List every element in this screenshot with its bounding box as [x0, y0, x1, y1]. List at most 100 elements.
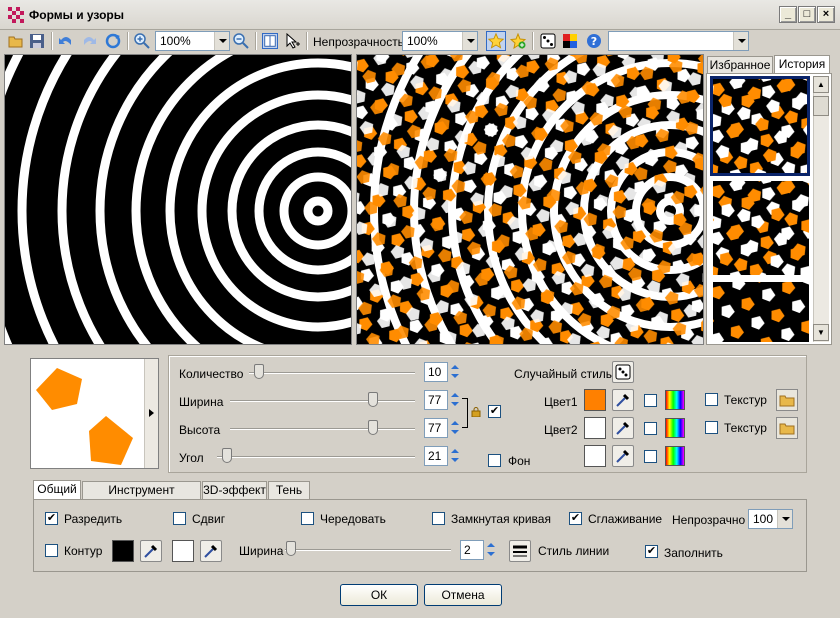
count-spinner[interactable]	[448, 363, 461, 381]
smoothing-checkbox[interactable]: ✔	[569, 512, 582, 525]
closed-curve-checkbox[interactable]	[432, 512, 445, 525]
history-thumb[interactable]	[713, 181, 809, 275]
alternate-checkbox[interactable]	[301, 512, 314, 525]
color2-gradient-swatch[interactable]	[665, 418, 685, 438]
height-input[interactable]: 77	[424, 418, 448, 438]
spin-up-icon[interactable]	[484, 541, 497, 550]
lock-ratio-checkbox[interactable]: ✔	[488, 405, 501, 418]
maximize-button[interactable]: □	[798, 6, 816, 23]
width-input[interactable]: 77	[424, 390, 448, 410]
height-slider-thumb[interactable]	[368, 420, 378, 435]
background-picker-button[interactable]	[612, 445, 634, 467]
extra-combo[interactable]	[608, 31, 749, 51]
texture2-folder-button[interactable]	[776, 417, 798, 439]
line-width-input[interactable]: 2	[460, 540, 484, 560]
line-width-slider-thumb[interactable]	[286, 541, 296, 556]
add-favorite-icon[interactable]	[510, 33, 526, 49]
spin-down-icon[interactable]	[448, 400, 461, 409]
history-thumb[interactable]	[713, 282, 809, 342]
line-style-button[interactable]	[509, 540, 531, 562]
shape-preview[interactable]	[30, 358, 159, 469]
pointer-icon[interactable]	[285, 33, 301, 49]
chevron-down-icon[interactable]	[733, 32, 748, 50]
width-slider[interactable]	[230, 400, 415, 402]
ok-button[interactable]: ОК	[340, 584, 418, 606]
line-width-slider[interactable]	[285, 549, 451, 551]
save-icon[interactable]	[29, 33, 45, 49]
history-thumb-selected[interactable]	[710, 76, 810, 176]
contour-checkbox[interactable]	[45, 544, 58, 557]
random-style-button[interactable]	[612, 361, 634, 383]
scroll-down-icon[interactable]: ▼	[813, 324, 829, 341]
open-folder-icon[interactable]	[8, 33, 24, 49]
opacity-combo[interactable]: 100%	[402, 31, 478, 51]
height-slider[interactable]	[230, 428, 415, 430]
random-dice-icon[interactable]	[540, 33, 556, 49]
count-input[interactable]: 10	[424, 362, 448, 382]
refresh-icon[interactable]	[105, 33, 121, 49]
texture1-checkbox[interactable]	[705, 393, 718, 406]
contour-color-swatch[interactable]	[112, 540, 134, 562]
color1-gradient-swatch[interactable]	[665, 390, 685, 410]
scroll-thumb[interactable]	[813, 96, 829, 116]
tab-history[interactable]: История	[774, 55, 830, 74]
zoom-out-icon[interactable]	[233, 33, 249, 49]
spin-down-icon[interactable]	[448, 456, 461, 465]
cancel-button[interactable]: Отмена	[424, 584, 502, 606]
texture2-checkbox[interactable]	[705, 421, 718, 434]
chevron-down-icon[interactable]	[777, 510, 792, 528]
help-icon[interactable]: ?	[586, 33, 602, 49]
spin-up-icon[interactable]	[448, 419, 461, 428]
spin-down-icon[interactable]	[448, 372, 461, 381]
tab-favorites[interactable]: Избранное	[707, 56, 773, 74]
fill-checkbox[interactable]: ✔	[645, 545, 658, 558]
tab-3d-effect[interactable]: 3D-эффект	[202, 481, 267, 499]
preview-expand-button[interactable]	[144, 359, 158, 468]
opaque-combo[interactable]: 100	[748, 509, 793, 529]
undo-icon[interactable]	[58, 33, 74, 49]
width-spinner[interactable]	[448, 391, 461, 409]
color1-swatch[interactable]	[584, 389, 606, 411]
background-gradient-checkbox[interactable]	[644, 450, 657, 463]
source-canvas[interactable]	[4, 54, 352, 345]
zoom-combo[interactable]: 100%	[155, 31, 230, 51]
chevron-down-icon[interactable]	[214, 32, 229, 50]
texture1-folder-button[interactable]	[776, 389, 798, 411]
shift-checkbox[interactable]	[173, 512, 186, 525]
color2-picker-button[interactable]	[612, 417, 634, 439]
angle-slider-thumb[interactable]	[222, 448, 232, 463]
spin-up-icon[interactable]	[448, 391, 461, 400]
contour2-picker-button[interactable]	[200, 540, 222, 562]
angle-slider[interactable]	[217, 456, 415, 458]
spin-up-icon[interactable]	[448, 363, 461, 372]
count-slider-thumb[interactable]	[254, 364, 264, 379]
background-checkbox[interactable]	[488, 454, 501, 467]
redo-icon[interactable]	[81, 33, 97, 49]
spin-down-icon[interactable]	[484, 550, 497, 559]
line-width-spinner[interactable]	[484, 541, 497, 559]
result-canvas[interactable]	[356, 54, 704, 345]
zoom-in-icon[interactable]	[134, 33, 150, 49]
color1-gradient-checkbox[interactable]	[644, 394, 657, 407]
star-favorite-icon[interactable]	[486, 31, 506, 51]
chevron-down-icon[interactable]	[462, 32, 477, 50]
width-slider-thumb[interactable]	[368, 392, 378, 407]
sparse-checkbox[interactable]: ✔	[45, 512, 58, 525]
color2-gradient-checkbox[interactable]	[644, 422, 657, 435]
tab-shadow[interactable]: Тень	[268, 481, 310, 499]
minimize-button[interactable]: _	[779, 6, 797, 23]
tab-general[interactable]: Общий	[33, 480, 81, 499]
tab-stroke-tool[interactable]: Инструмент Обводка	[82, 481, 201, 513]
angle-spinner[interactable]	[448, 447, 461, 465]
color2-swatch[interactable]	[584, 417, 606, 439]
contour-picker-button[interactable]	[140, 540, 162, 562]
scroll-up-icon[interactable]: ▲	[813, 76, 829, 93]
count-slider[interactable]	[249, 372, 415, 374]
color1-picker-button[interactable]	[612, 389, 634, 411]
height-spinner[interactable]	[448, 419, 461, 437]
angle-input[interactable]: 21	[424, 446, 448, 466]
split-view-icon[interactable]	[262, 33, 278, 49]
color-palette-icon[interactable]	[562, 33, 578, 49]
spin-up-icon[interactable]	[448, 447, 461, 456]
close-button[interactable]: ×	[817, 6, 835, 23]
